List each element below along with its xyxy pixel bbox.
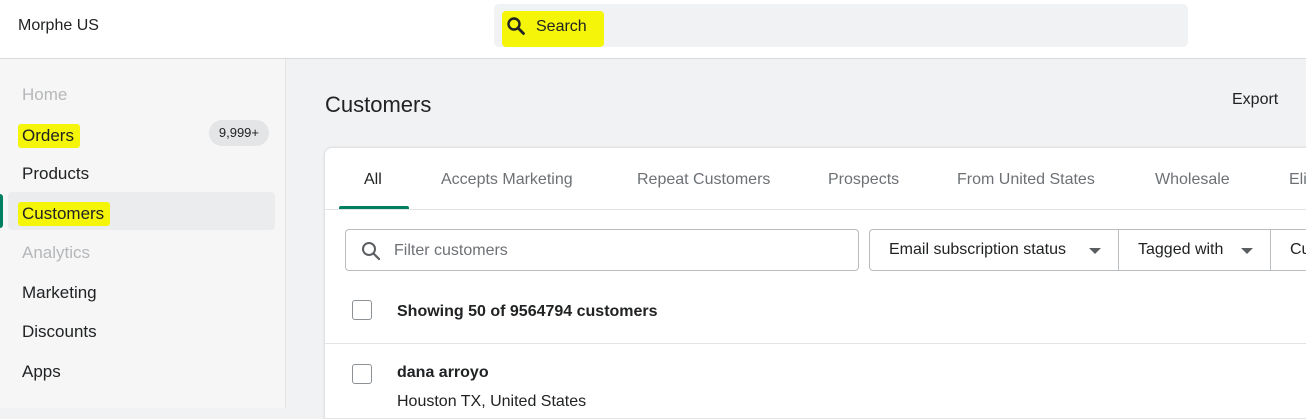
dropdown-label: Email subscription status xyxy=(889,241,1066,258)
tab-truncated[interactable]: Eli xyxy=(1289,171,1306,189)
caret-down-icon xyxy=(1241,248,1253,254)
sidebar-nav: Home Orders 9,999+ Products Customers An… xyxy=(0,59,286,408)
top-bar: Morphe US Search xyxy=(0,0,1306,59)
tab-repeat-customers[interactable]: Repeat Customers xyxy=(637,171,770,189)
divider xyxy=(325,343,1306,344)
search-icon xyxy=(507,17,525,35)
select-all-checkbox[interactable] xyxy=(352,300,372,320)
page-title: Customers xyxy=(325,92,432,117)
search-placeholder: Search xyxy=(536,18,587,35)
customer-location: Houston TX, United States xyxy=(397,393,587,410)
email-subscription-status-dropdown[interactable]: Email subscription status xyxy=(870,230,1119,270)
customer-tabs: All Accepts Marketing Repeat Customers P… xyxy=(325,148,1306,210)
showing-count-text: Showing 50 of 9564794 customers xyxy=(397,303,658,320)
sidebar-item-label: Analytics xyxy=(22,243,91,262)
sidebar-item-label: Home xyxy=(22,85,68,104)
tab-prospects[interactable]: Prospects xyxy=(828,171,899,189)
tab-from-united-states[interactable]: From United States xyxy=(957,171,1095,189)
tagged-with-dropdown[interactable]: Tagged with xyxy=(1119,230,1271,270)
sidebar-item-home[interactable]: Home xyxy=(8,75,275,113)
export-button[interactable]: Export xyxy=(1232,91,1278,109)
sidebar-item-label: Discounts xyxy=(22,322,97,341)
orders-count-badge: 9,999+ xyxy=(208,120,269,146)
sidebar-item-label: Customers xyxy=(18,202,111,226)
tab-accepts-marketing[interactable]: Accepts Marketing xyxy=(441,171,573,189)
global-search-bar[interactable]: Search xyxy=(494,4,1188,47)
sidebar-item-products[interactable]: Products xyxy=(8,154,275,192)
caret-down-icon xyxy=(1089,248,1101,254)
dropdown-label: Tagged with xyxy=(1138,241,1224,258)
sidebar-item-apps[interactable]: Apps xyxy=(8,352,275,390)
filter-customers-input[interactable]: Filter customers xyxy=(345,229,859,271)
customers-card: All Accepts Marketing Repeat Customers P… xyxy=(324,147,1306,419)
tab-wholesale[interactable]: Wholesale xyxy=(1155,171,1230,189)
dropdown-label: Cu xyxy=(1290,241,1306,258)
sidebar-item-customers[interactable]: Customers xyxy=(0,192,275,230)
customer-name[interactable]: dana arroyo xyxy=(397,364,489,382)
sidebar-item-analytics[interactable]: Analytics xyxy=(8,233,275,271)
sidebar-item-discounts[interactable]: Discounts xyxy=(8,312,275,350)
sidebar-item-label: Products xyxy=(22,164,90,183)
filter-dropdown-group: Email subscription status Tagged with Cu xyxy=(869,229,1306,271)
sidebar-item-orders[interactable]: Orders 9,999+ xyxy=(8,114,275,152)
sidebar-item-label: Orders xyxy=(18,124,80,148)
more-filters-dropdown[interactable]: Cu xyxy=(1271,230,1306,270)
selected-tab-underline xyxy=(339,206,409,209)
sidebar-item-marketing[interactable]: Marketing xyxy=(8,273,275,311)
active-indicator xyxy=(0,194,3,228)
sidebar-item-label: Marketing xyxy=(22,283,97,302)
row-checkbox[interactable] xyxy=(352,364,372,384)
search-icon xyxy=(362,242,381,261)
store-name[interactable]: Morphe US xyxy=(18,17,99,35)
tab-all[interactable]: All xyxy=(364,171,382,189)
filter-placeholder: Filter customers xyxy=(394,242,508,259)
sidebar-item-label: Apps xyxy=(22,362,61,381)
